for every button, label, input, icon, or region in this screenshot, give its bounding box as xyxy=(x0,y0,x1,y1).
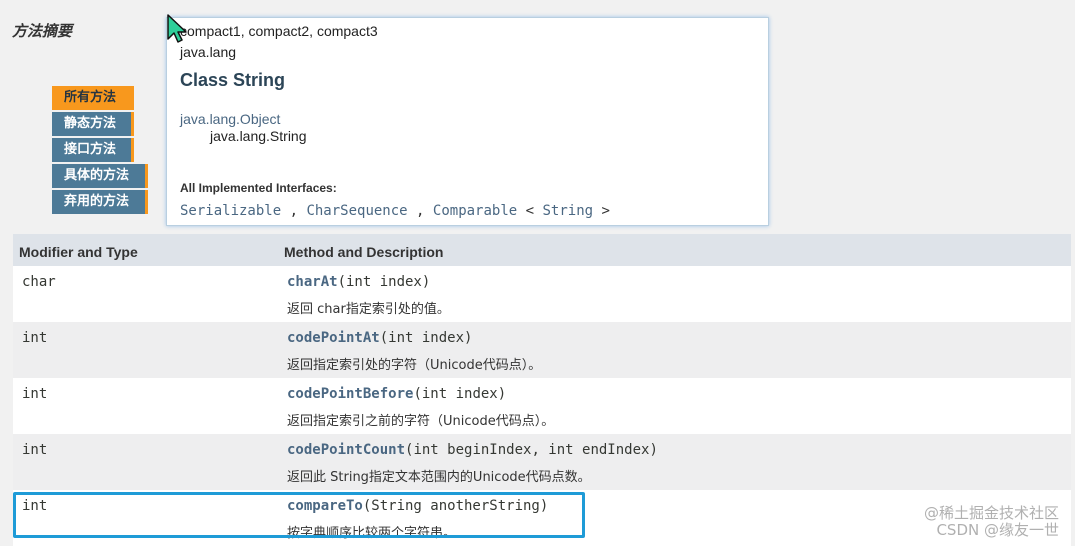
return-type: int xyxy=(22,330,48,346)
interface-link-charsequence[interactable]: CharSequence xyxy=(306,203,407,219)
tab-interface-methods[interactable]: 接口方法 xyxy=(52,138,134,162)
watermark-line-1: @稀土掘金技术社区 xyxy=(923,504,1059,522)
tab-deprecated-methods[interactable]: 弃用的方法 xyxy=(52,190,148,214)
hierarchy-child: java.lang.String xyxy=(210,128,307,144)
method-link[interactable]: charAt xyxy=(287,274,338,290)
separator: , xyxy=(407,203,433,219)
compact-profiles: compact1, compact2, compact3 xyxy=(180,23,378,39)
generic-close: > xyxy=(593,203,610,219)
header-modifier-type: Modifier and Type xyxy=(19,244,138,260)
tab-label: 弃用的方法 xyxy=(64,194,130,209)
tab-static-methods[interactable]: 静态方法 xyxy=(52,112,134,136)
method-signature: codePointAt(int index) xyxy=(287,330,472,346)
class-info-popup: compact1, compact2, compact3 java.lang C… xyxy=(166,17,769,226)
class-title: Class String xyxy=(180,70,286,90)
separator: , xyxy=(281,203,307,219)
highlight-box xyxy=(13,492,585,538)
tab-label: 所有方法 xyxy=(64,90,117,105)
method-params: (int index) xyxy=(413,386,507,402)
mouse-cursor-icon xyxy=(167,14,187,43)
table-row: int codePointAt(int index) 返回指定索引处的字符（Un… xyxy=(13,322,1071,378)
method-description: 返回 char指定索引处的值。 xyxy=(287,302,450,317)
return-type: int xyxy=(22,386,48,402)
tab-label: 具体的方法 xyxy=(64,168,130,183)
package-name: java.lang xyxy=(180,44,237,60)
return-type: char xyxy=(22,274,56,290)
interface-link-comparable[interactable]: Comparable xyxy=(433,203,517,219)
implemented-interfaces-label: All Implemented Interfaces: xyxy=(180,181,337,195)
header-method-description: Method and Description xyxy=(284,244,444,260)
return-type: int xyxy=(22,442,48,458)
tab-concrete-methods[interactable]: 具体的方法 xyxy=(52,164,148,188)
section-title: 方法摘要 xyxy=(12,22,73,40)
method-signature: charAt(int index) xyxy=(287,274,430,290)
hierarchy-parent-link[interactable]: java.lang.Object xyxy=(180,111,280,127)
method-description: 返回此 String指定文本范围内的Unicode代码点数。 xyxy=(287,470,591,485)
watermark-line-2: CSDN @缘友一世 xyxy=(936,521,1059,539)
method-link[interactable]: codePointBefore xyxy=(287,386,413,402)
method-description: 返回指定索引处的字符（Unicode代码点）。 xyxy=(287,358,542,373)
tab-label: 接口方法 xyxy=(64,142,117,157)
method-params: (int index) xyxy=(379,330,473,346)
interface-link-serializable[interactable]: Serializable xyxy=(180,203,281,219)
generic-open: < xyxy=(517,203,543,219)
method-link[interactable]: codePointCount xyxy=(287,442,405,458)
table-row: int codePointBefore(int index) 返回指定索引之前的… xyxy=(13,378,1071,434)
method-link[interactable]: codePointAt xyxy=(287,330,380,346)
method-signature: codePointBefore(int index) xyxy=(287,386,506,402)
method-params: (int beginIndex, int endIndex) xyxy=(405,442,658,458)
method-description: 返回指定索引之前的字符（Unicode代码点）。 xyxy=(287,414,555,429)
watermark: @稀土掘金技术社区 CSDN @缘友一世 xyxy=(924,505,1059,539)
method-signature: codePointCount(int beginIndex, int endIn… xyxy=(287,442,658,458)
table-row: int codePointCount(int beginIndex, int e… xyxy=(13,434,1071,490)
tab-all-methods[interactable]: 所有方法 xyxy=(52,86,134,110)
table-header: Modifier and Type Method and Description xyxy=(13,234,1071,266)
type-link-string[interactable]: String xyxy=(543,203,594,219)
table-row: char charAt(int index) 返回 char指定索引处的值。 xyxy=(13,266,1071,322)
tab-label: 静态方法 xyxy=(64,116,117,131)
method-params: (int index) xyxy=(337,274,431,290)
implemented-interfaces: Serializable , CharSequence , Comparable… xyxy=(180,203,610,219)
